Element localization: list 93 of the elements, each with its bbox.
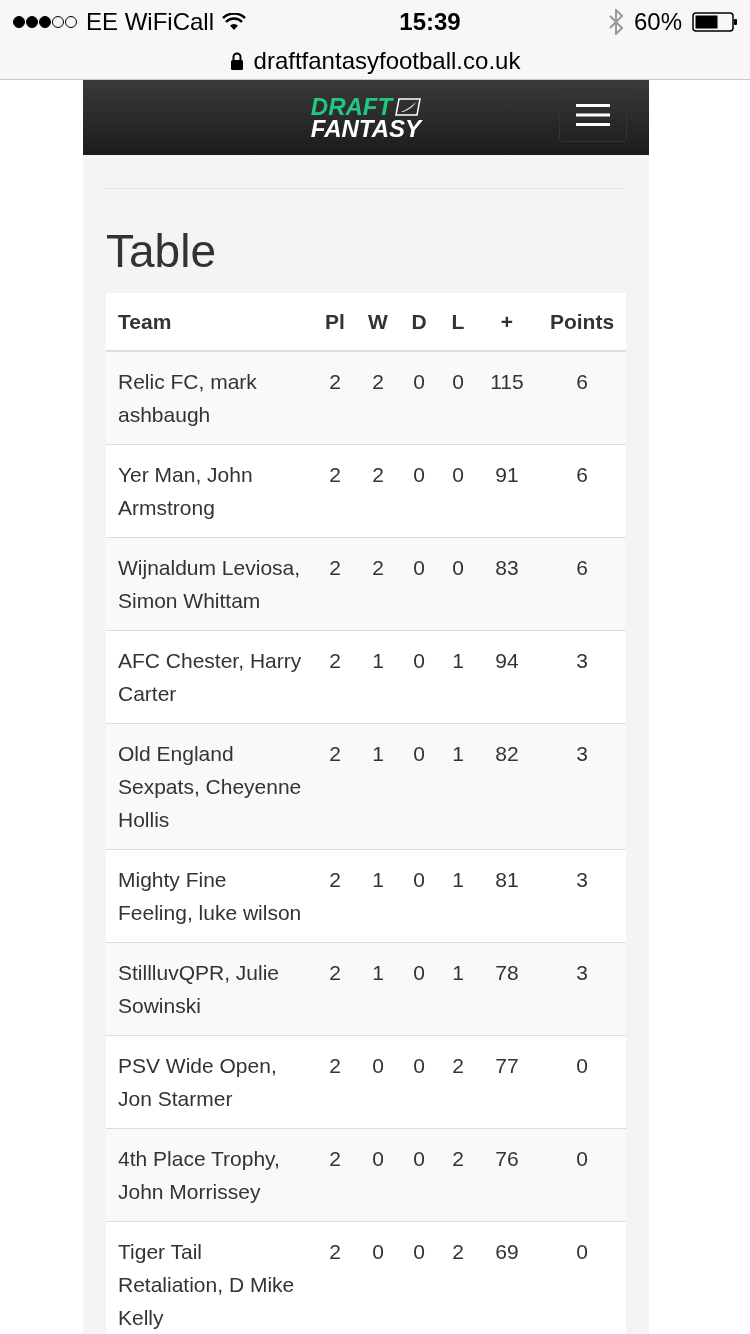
table-cell-text: 0 bbox=[451, 462, 465, 488]
table-cell-text: 0 bbox=[371, 1239, 385, 1265]
table-cell-text: 0 bbox=[575, 1146, 589, 1172]
table-cell-text: 2 bbox=[451, 1053, 465, 1079]
table-cell-text: 94 bbox=[494, 648, 520, 674]
signal-icon bbox=[12, 14, 78, 29]
table-cell-text: 0 bbox=[412, 1053, 426, 1079]
column-header: Team bbox=[117, 308, 173, 335]
table-cell-text: 1 bbox=[451, 741, 465, 767]
table-cell-text: 0 bbox=[412, 462, 426, 488]
column-header: D bbox=[410, 308, 428, 335]
logo-emblem-icon bbox=[395, 97, 422, 116]
table-cell-text: 2 bbox=[371, 369, 385, 395]
table-cell-text: Old England Sexpats, Cheyenne Hollis bbox=[117, 741, 303, 833]
table-cell-text: 0 bbox=[371, 1146, 385, 1172]
lock-icon bbox=[229, 52, 244, 70]
table-cell-text: 83 bbox=[494, 555, 520, 581]
table-cell-text: 115 bbox=[489, 369, 525, 395]
table-cell-text: 2 bbox=[328, 960, 342, 986]
menu-button[interactable] bbox=[559, 88, 627, 142]
table-cell-text: 76 bbox=[494, 1146, 520, 1172]
table-cell-text: 1 bbox=[371, 960, 385, 986]
table-cell-text: 2 bbox=[371, 555, 385, 581]
table-cell-text: AFC Chester, Harry Carter bbox=[117, 648, 303, 707]
table-cell-text: 2 bbox=[328, 1146, 342, 1172]
table-cell-text: 0 bbox=[412, 867, 426, 893]
table-cell-text: 2 bbox=[328, 555, 342, 581]
table-cell-text: 3 bbox=[575, 960, 589, 986]
table-cell-text: 1 bbox=[371, 648, 385, 674]
table-cell-text: 4th Place Trophy, John Morrissey bbox=[117, 1146, 281, 1205]
table-cell-text: 0 bbox=[412, 648, 426, 674]
table-cell-text: 3 bbox=[575, 648, 589, 674]
table-cell-text: 1 bbox=[371, 741, 385, 767]
table-cell-text: 1 bbox=[451, 867, 465, 893]
table-cell-text: 2 bbox=[328, 462, 342, 488]
table-cell-text: Wijnaldum Leviosa, Simon Whittam bbox=[117, 555, 302, 614]
table-cell-text: Mighty Fine Feeling, luke wilson bbox=[117, 867, 303, 926]
table-cell-text: 0 bbox=[371, 1053, 385, 1079]
table-cell-text: 1 bbox=[371, 867, 385, 893]
wifi-icon bbox=[222, 12, 246, 31]
table-cell-text: 2 bbox=[451, 1239, 465, 1265]
table-cell-text: Relic FC, mark ashbaugh bbox=[117, 369, 258, 428]
table-cell-text: 2 bbox=[328, 867, 342, 893]
column-header: Pl bbox=[324, 308, 346, 335]
table-cell-text: 2 bbox=[328, 741, 342, 767]
table-cell-text: Tiger Tail Retaliation, D Mike Kelly bbox=[117, 1239, 296, 1331]
table-cell-text: 6 bbox=[575, 462, 589, 488]
battery-icon bbox=[692, 11, 738, 32]
table-cell-text: 3 bbox=[575, 867, 589, 893]
table-cell-text: Yer Man, John Armstrong bbox=[117, 462, 254, 521]
table-cell-text: 0 bbox=[412, 741, 426, 767]
table-cell-text: 1 bbox=[451, 648, 465, 674]
column-header: + bbox=[499, 308, 515, 335]
battery-percent: 60% bbox=[633, 6, 682, 37]
table-cell-text: 81 bbox=[494, 867, 520, 893]
table-cell-text: 0 bbox=[451, 369, 465, 395]
table-cell-text: 0 bbox=[412, 1239, 426, 1265]
column-header: L bbox=[450, 308, 466, 335]
table-cell-text: 0 bbox=[451, 555, 465, 581]
column-header: Points bbox=[548, 308, 616, 335]
site-logo[interactable]: DRAFT FANTASY bbox=[310, 95, 422, 140]
table-cell-text: 82 bbox=[494, 741, 520, 767]
table-cell-text: 2 bbox=[371, 462, 385, 488]
menu-icon bbox=[576, 104, 610, 126]
table-cell-text: 6 bbox=[575, 555, 589, 581]
table-cell-text: 0 bbox=[412, 960, 426, 986]
table-cell-text: PSV Wide Open, Jon Starmer bbox=[117, 1053, 278, 1112]
table-cell-text: 3 bbox=[575, 741, 589, 767]
table-cell-text: 77 bbox=[494, 1053, 520, 1079]
address-url[interactable]: draftfantasyfootball.co.uk bbox=[253, 43, 521, 79]
table-cell-text: 2 bbox=[328, 1239, 342, 1265]
table-cell-text: 78 bbox=[494, 960, 520, 986]
column-header: W bbox=[367, 308, 389, 335]
bluetooth-icon bbox=[607, 8, 624, 35]
logo-top-text: DRAFT bbox=[310, 95, 393, 118]
logo-bottom-text: FANTASY bbox=[310, 117, 422, 140]
table-cell-text: 6 bbox=[575, 369, 589, 395]
table-cell-text: 91 bbox=[494, 462, 520, 488]
table-cell-text: 0 bbox=[575, 1053, 589, 1079]
table-cell-text: StillluvQPR, Julie Sowinski bbox=[117, 960, 281, 1019]
table-cell-text: 0 bbox=[412, 369, 426, 395]
table-cell-text: 2 bbox=[328, 1053, 342, 1079]
table-cell-text: 2 bbox=[451, 1146, 465, 1172]
table-cell-text: 0 bbox=[412, 555, 426, 581]
table-cell-text: 69 bbox=[494, 1239, 520, 1265]
section-title: Table bbox=[106, 225, 217, 277]
table-cell-text: 2 bbox=[328, 648, 342, 674]
table-cell-text: 2 bbox=[328, 369, 342, 395]
table-cell-text: 1 bbox=[451, 960, 465, 986]
status-time: 15:39 bbox=[398, 6, 462, 37]
table-cell-text: 0 bbox=[412, 1146, 426, 1172]
carrier-name: EE WiFiCall bbox=[86, 6, 214, 37]
table-cell-text: 0 bbox=[575, 1239, 589, 1265]
